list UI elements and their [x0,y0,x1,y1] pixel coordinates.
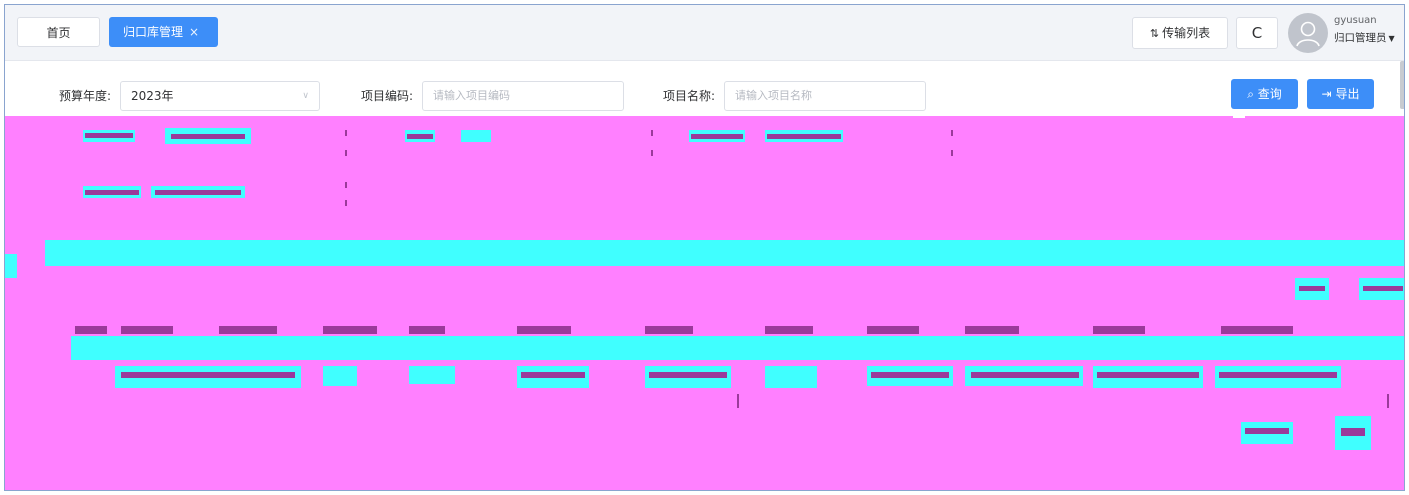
glitch-block [765,366,817,388]
glitch-block [951,150,953,156]
glitch-block [951,130,953,136]
glitch-block [649,372,727,378]
tab-centralized-library-label: 归口库管理 [123,25,184,39]
glitch-block [651,150,653,156]
transfer-list-button[interactable]: ⇅ 传输列表 [1132,17,1228,49]
refresh-button[interactable]: C [1236,17,1278,49]
glitch-block [121,372,295,378]
glitch-block [171,134,245,139]
glitch-block [1221,326,1293,334]
glitch-block [1233,116,1245,118]
user-role[interactable]: 归口管理员 ▼ [1334,30,1395,45]
scrollbar-thumb[interactable] [1400,61,1404,109]
project-code-label: 项目编码: [361,89,414,103]
search-icon: ⌕ [1247,87,1254,101]
glitch-block [85,190,139,195]
glitch-block [345,130,347,136]
glitch-block [323,326,377,334]
glitch-block [1387,394,1389,408]
transfer-list-label: 传输列表 [1162,26,1211,40]
glitch-block [737,394,739,408]
app-window: 首页 归口库管理 × ⇅ 传输列表 C gyusuan 归口管理员 ▼ 预算年度: 2… [4,4,1405,491]
glitch-block [1299,286,1325,291]
top-navbar: 首页 归口库管理 × ⇅ 传输列表 C gyusuan 归口管理员 ▼ [5,5,1404,61]
budget-year-label: 预算年度: [59,89,112,103]
glitch-block [461,130,491,142]
glitch-block [409,326,445,334]
query-button[interactable]: ⌕ 查询 [1231,79,1298,109]
user-menu[interactable]: gyusuan 归口管理员 ▼ [1288,13,1400,53]
glitch-block [1363,286,1403,291]
query-label: 查询 [1257,87,1282,101]
glitch-block [155,190,241,195]
refresh-icon: C [1251,24,1263,42]
glitch-block [345,200,347,206]
glitch-block [1093,326,1145,334]
glitch-block [765,326,813,334]
glitch-block [1245,428,1289,434]
glitch-block [1341,428,1365,436]
corrupted-render-area [5,116,1404,490]
glitch-block [691,134,743,139]
glitch-block [85,133,133,138]
caret-down-icon: ▼ [1388,34,1395,43]
glitch-block [5,254,17,278]
glitch-block [645,326,693,334]
glitch-block [767,134,841,139]
glitch-block [45,240,1404,266]
tab-home-label: 首页 [46,26,71,40]
glitch-block [407,134,433,139]
avatar[interactable] [1288,13,1328,53]
glitch-block [517,326,571,334]
glitch-block [1219,372,1337,378]
budget-year-value: 2023年 [131,89,174,103]
glitch-block [1097,372,1199,378]
glitch-block [75,326,107,334]
tab-centralized-library[interactable]: 归口库管理 × [109,17,218,47]
glitch-block [409,366,455,384]
export-button[interactable]: ⇥ 导出 [1307,79,1374,109]
glitch-block [971,372,1079,378]
user-name: gyusuan [1334,15,1377,26]
project-name-label: 项目名称: [663,89,716,103]
glitch-block [521,372,585,378]
tab-home[interactable]: 首页 [17,17,100,47]
glitch-block [71,336,1404,360]
search-form: 预算年度: 2023年 ∨ 项目编码: 请输入项目编码 项目名称: 请输入项目名… [5,61,1404,116]
glitch-block [345,182,347,188]
export-label: 导出 [1335,87,1360,101]
glitch-block [651,130,653,136]
chevron-down-icon: ∨ [302,91,309,101]
glitch-block [867,326,919,334]
user-role-label: 归口管理员 [1334,32,1387,44]
glitch-block [219,326,277,334]
project-code-input[interactable]: 请输入项目编码 [422,81,624,111]
glitch-block [323,366,357,386]
glitch-block [871,372,949,378]
transfer-icon: ⇅ [1149,27,1160,40]
close-icon[interactable]: × [189,25,199,39]
project-name-input[interactable]: 请输入项目名称 [724,81,926,111]
glitch-block [121,326,173,334]
export-icon: ⇥ [1321,87,1332,101]
user-avatar-icon [1296,21,1320,47]
glitch-block [965,326,1019,334]
budget-year-select[interactable]: 2023年 ∨ [120,81,320,111]
glitch-block [345,150,347,156]
